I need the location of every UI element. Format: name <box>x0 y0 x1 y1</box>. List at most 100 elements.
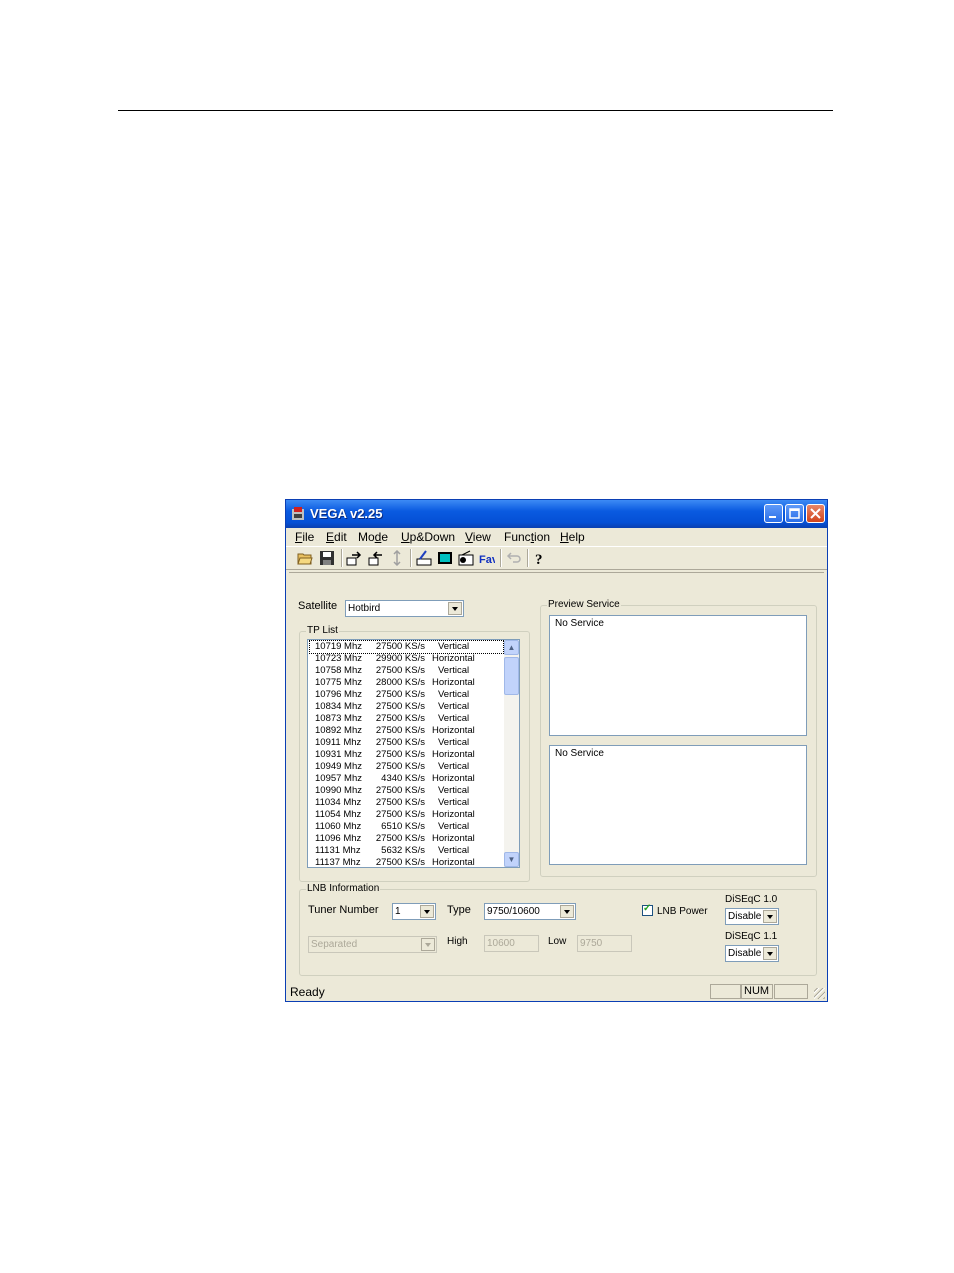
diseqc11-select[interactable]: Disable <box>725 945 779 962</box>
resize-grip-icon[interactable] <box>814 988 825 999</box>
toolbar: Fav ? <box>286 546 827 570</box>
satellite-select[interactable]: Hotbird <box>345 600 464 617</box>
menu-help[interactable]: Help <box>560 530 585 544</box>
tp-frequency: 11096 Mhz <box>315 833 362 844</box>
tp-symbol-rate: 27500 KS/s <box>375 665 425 676</box>
tp-list-item[interactable]: 10775 Mhz 28000 KS/s Horizontal <box>310 677 503 689</box>
tv-icon[interactable] <box>437 550 453 566</box>
chevron-down-icon[interactable] <box>763 947 777 960</box>
tp-list-item[interactable]: 10911 Mhz 27500 KS/s Vertical <box>310 737 503 749</box>
status-panel-num: NUM <box>741 984 773 999</box>
status-panel-caps <box>710 984 741 999</box>
lnb-mode-value: Separated <box>311 939 358 950</box>
tp-list-item[interactable]: 11137 Mhz 27500 KS/s Horizontal <box>310 857 503 867</box>
fav-icon[interactable]: Fav <box>479 550 495 566</box>
satellite-edit-icon[interactable] <box>416 550 432 566</box>
tp-listbox[interactable]: 10719 Mhz 27500 KS/s Vertical 10723 Mhz 2990… <box>307 639 520 868</box>
type-label: Type <box>447 904 471 916</box>
tp-symbol-rate: 27500 KS/s <box>375 689 425 700</box>
tp-polarization: Horizontal <box>432 809 475 820</box>
minimize-icon <box>769 516 776 518</box>
menu-function[interactable]: Function <box>504 530 550 544</box>
preview-service-top[interactable]: No Service <box>549 615 807 736</box>
tp-symbol-rate: 4340 KS/s <box>381 773 425 784</box>
tp-symbol-rate: 27500 KS/s <box>375 761 425 772</box>
tp-polarization: Horizontal <box>432 677 475 688</box>
chevron-down-icon[interactable] <box>420 905 434 918</box>
preview-service-bottom[interactable]: No Service <box>549 745 807 865</box>
preview-top-text: No Service <box>555 618 604 629</box>
upload-icon[interactable] <box>346 550 362 566</box>
tp-list-item[interactable]: 10949 Mhz 27500 KS/s Vertical <box>310 761 503 773</box>
tp-symbol-rate: 6510 KS/s <box>381 821 425 832</box>
menu-view[interactable]: View <box>465 530 491 544</box>
tp-polarization: Horizontal <box>432 773 475 784</box>
low-frequency-field[interactable]: 9750 <box>577 935 632 952</box>
tp-polarization: Vertical <box>438 641 470 652</box>
scroll-down-button[interactable]: ▼ <box>504 852 519 867</box>
tp-frequency: 11060 Mhz <box>315 821 362 832</box>
menu-edit[interactable]: Edit <box>326 530 347 544</box>
tp-list-item[interactable]: 10892 Mhz 27500 KS/s Horizontal <box>310 725 503 737</box>
radio-icon[interactable] <box>458 550 474 566</box>
tp-frequency: 10892 Mhz <box>315 725 363 736</box>
help-icon[interactable]: ? <box>532 550 548 566</box>
tp-polarization: Horizontal <box>432 833 475 844</box>
download-icon[interactable] <box>368 550 384 566</box>
maximize-button[interactable] <box>785 504 804 523</box>
menu-bar: File Edit Mode Up&Down View Function Hel… <box>286 528 827 546</box>
lnb-power-label: LNB Power <box>657 906 708 917</box>
close-button[interactable] <box>806 504 825 523</box>
tp-polarization: Horizontal <box>432 725 475 736</box>
high-frequency-field[interactable]: 10600 <box>484 935 539 952</box>
scroll-thumb[interactable] <box>504 657 519 695</box>
tp-list-item[interactable]: 10758 Mhz 27500 KS/s Vertical <box>310 665 503 677</box>
menu-mode[interactable]: Mode <box>358 530 388 544</box>
tp-polarization: Vertical <box>438 785 470 796</box>
tp-list-item[interactable]: 10873 Mhz 27500 KS/s Vertical <box>310 713 503 725</box>
tp-symbol-rate: 27500 KS/s <box>375 809 425 820</box>
tp-list-item[interactable]: 10990 Mhz 27500 KS/s Vertical <box>310 785 503 797</box>
tp-polarization: Vertical <box>438 797 470 808</box>
tp-list-item[interactable]: 11131 Mhz 5632 KS/s Vertical <box>310 845 503 857</box>
tp-symbol-rate: 27500 KS/s <box>375 701 425 712</box>
diseqc11-label: DiSEqC 1.1 <box>725 931 778 942</box>
menu-updown[interactable]: Up&Down <box>401 530 455 544</box>
chevron-down-icon[interactable] <box>560 905 574 918</box>
tp-symbol-rate: 5632 KS/s <box>381 845 425 856</box>
tp-list-item[interactable]: 11054 Mhz 27500 KS/s Horizontal <box>310 809 503 821</box>
transfer-icon[interactable] <box>389 550 405 566</box>
scroll-up-button[interactable]: ▲ <box>504 640 519 655</box>
tp-symbol-rate: 29900 KS/s <box>375 653 425 664</box>
open-folder-icon[interactable] <box>297 550 313 566</box>
tp-list-scrollbar[interactable]: ▲ ▼ <box>504 640 519 867</box>
chevron-down-icon[interactable] <box>448 602 462 615</box>
toolbar-separator <box>527 549 529 567</box>
chevron-down-icon[interactable] <box>421 938 435 951</box>
lnb-power-checkbox[interactable] <box>642 903 653 916</box>
undo-icon[interactable] <box>506 550 522 566</box>
tp-frequency: 10796 Mhz <box>315 689 363 700</box>
minimize-button[interactable] <box>764 504 783 523</box>
status-panel-scroll <box>774 984 808 999</box>
tp-list-item[interactable]: 10931 Mhz 27500 KS/s Horizontal <box>310 749 503 761</box>
tuner-number-select[interactable]: 1 <box>392 903 436 920</box>
title-bar[interactable]: VEGA v2.25 <box>286 500 827 528</box>
diseqc10-select[interactable]: Disable <box>725 908 779 925</box>
client-divider <box>289 572 824 573</box>
tp-list-item[interactable]: 11096 Mhz 27500 KS/s Horizontal <box>310 833 503 845</box>
chevron-down-icon[interactable] <box>763 910 777 923</box>
app-icon <box>292 507 304 520</box>
tp-list-item[interactable]: 10796 Mhz 27500 KS/s Vertical <box>310 689 503 701</box>
save-icon[interactable] <box>319 550 335 566</box>
tp-list-item[interactable]: 10719 Mhz 27500 KS/s Vertical <box>309 640 504 654</box>
tp-list-item[interactable]: 10957 Mhz 4340 KS/s Horizontal <box>310 773 503 785</box>
tp-symbol-rate: 27500 KS/s <box>375 833 425 844</box>
lnb-mode-select[interactable]: Separated <box>308 936 437 953</box>
tp-list-item[interactable]: 10834 Mhz 27500 KS/s Vertical <box>310 701 503 713</box>
lnb-type-select[interactable]: 9750/10600 <box>484 903 576 920</box>
tp-list-item[interactable]: 11060 Mhz 6510 KS/s Vertical <box>310 821 503 833</box>
tp-list-item[interactable]: 11034 Mhz 27500 KS/s Vertical <box>310 797 503 809</box>
tp-list-item[interactable]: 10723 Mhz 29900 KS/s Horizontal <box>310 653 503 665</box>
menu-file[interactable]: File <box>295 530 314 544</box>
